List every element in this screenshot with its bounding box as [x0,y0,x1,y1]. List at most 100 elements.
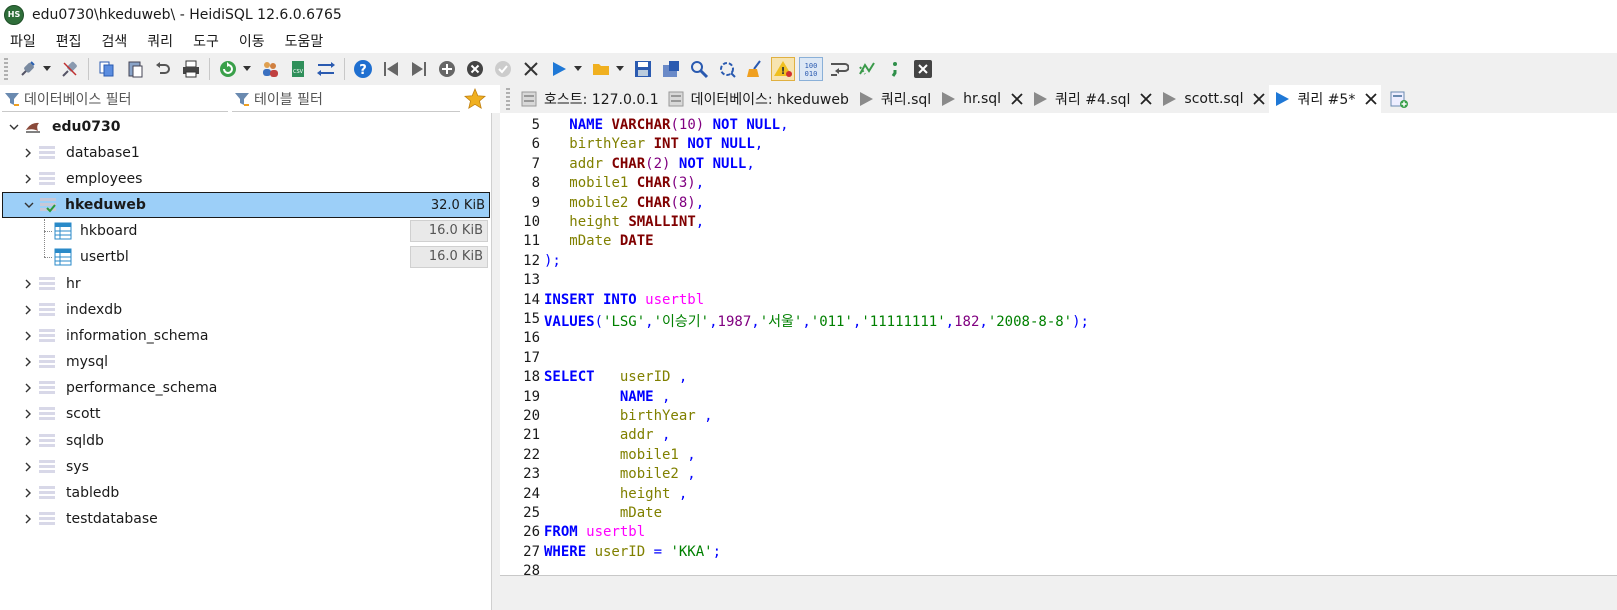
user-manager-button[interactable] [258,57,282,81]
tree-item-testdatabase[interactable]: testdatabase [0,506,490,532]
code-line[interactable]: SELECT userID , [544,369,687,385]
tree-root-connection[interactable]: edu0730 [0,114,490,140]
chevron-down-icon[interactable] [23,199,35,211]
database-filter[interactable]: 데이터베이스 필터 [2,87,228,112]
tree-item-employees[interactable]: employees [0,166,490,192]
tree-item-tabledb[interactable]: tabledb [0,480,490,506]
cancel-button[interactable] [519,57,543,81]
code-line[interactable]: birthYear INT NOT NULL, [544,136,763,152]
tree-item-database1[interactable]: database1 [0,140,490,166]
code-line[interactable]: height SMALLINT, [544,214,704,230]
disconnect-button[interactable] [58,57,82,81]
tab-query-sql[interactable]: 쿼리.sql [853,85,935,113]
tree-item-indexdb[interactable]: indexdb [0,297,490,323]
favorites-star-icon[interactable] [464,88,486,110]
chevron-right-icon[interactable] [22,513,34,525]
menu-search[interactable]: 검색 [92,31,138,51]
last-record-button[interactable] [407,57,431,81]
chevron-right-icon[interactable] [22,487,34,499]
tree-item-table-usertbl[interactable]: usertbl 16.0 KiB [0,244,490,270]
code-line[interactable]: VALUES('LSG','이승기',1987,'서울','011','1111… [544,311,1089,331]
code-line[interactable]: NAME VARCHAR(10) NOT NULL, [544,117,788,133]
tree-item-sqldb[interactable]: sqldb [0,428,490,454]
close-tab-button[interactable] [911,57,935,81]
tab-scott-sql[interactable]: scott.sql [1156,85,1269,113]
chevron-right-icon[interactable] [22,330,34,342]
menu-tools[interactable]: 도구 [183,31,229,51]
code-line[interactable]: mobile1 , [544,447,696,463]
chevron-right-icon[interactable] [22,382,34,394]
code-line[interactable]: FROM usertbl [544,524,645,540]
code-line[interactable]: height , [544,486,687,502]
chevron-right-icon[interactable] [22,461,34,473]
menu-go[interactable]: 이동 [229,31,275,51]
code-line[interactable]: mDate DATE [544,233,653,249]
undo-button[interactable] [151,57,175,81]
tab-database[interactable]: 데이터베이스: hkeduweb [663,85,853,113]
code-line[interactable]: WHERE userID = 'KKA'; [544,544,721,560]
close-icon[interactable] [1011,93,1023,105]
menu-edit[interactable]: 편집 [46,31,92,51]
code-line[interactable]: NAME , [544,389,671,405]
find-button[interactable] [687,57,711,81]
tree-item-hkeduweb[interactable]: hkeduweb 32.0 KiB [2,192,490,218]
panel-splitter[interactable] [492,113,500,610]
post-button[interactable] [491,57,515,81]
import-button[interactable] [314,57,338,81]
tab-hr-sql[interactable]: hr.sql [935,85,1027,113]
tab-query-4-sql[interactable]: 쿼리 #4.sql [1027,85,1156,113]
connect-dropdown[interactable] [42,57,52,81]
tree-item-information-schema[interactable]: information_schema [0,323,490,349]
code-line[interactable]: INSERT INTO usertbl [544,292,704,308]
run-query-dropdown[interactable] [573,57,583,81]
chevron-right-icon[interactable] [22,435,34,447]
binary-toggle-button[interactable]: 100 010 [799,57,823,81]
copy-button[interactable] [95,57,119,81]
tree-item-scott[interactable]: scott [0,401,490,427]
new-query-tab-icon[interactable] [1389,89,1409,109]
tab-query-5[interactable]: 쿼리 #5* [1269,85,1382,113]
code-line[interactable]: mobile2 CHAR(8), [544,195,704,211]
run-query-button[interactable] [547,57,571,81]
paste-button[interactable] [123,57,147,81]
first-record-button[interactable] [379,57,403,81]
wrap-lines-button[interactable] [827,57,851,81]
chevron-right-icon[interactable] [22,356,34,368]
help-button[interactable]: ? [351,57,375,81]
code-line[interactable]: mobile2 , [544,466,696,482]
close-icon[interactable] [1253,93,1266,105]
connect-button[interactable] [16,57,40,81]
menu-help[interactable]: 도움말 [275,31,334,51]
code-line[interactable]: birthYear , [544,408,713,424]
tab-host[interactable]: 호스트: 127.0.0.1 [516,85,663,113]
table-filter[interactable]: 테이블 필터 [232,87,460,112]
chevron-down-icon[interactable] [8,121,20,133]
code-line[interactable]: mobile1 CHAR(3), [544,175,704,191]
tree-item-sys[interactable]: sys [0,454,490,480]
print-button[interactable] [179,57,203,81]
code-line[interactable]: ); [544,253,561,269]
chevron-right-icon[interactable] [22,408,34,420]
tree-item-table-hkboard[interactable]: hkboard 16.0 KiB [0,218,490,244]
save-snippet-button[interactable] [659,57,683,81]
code-line[interactable]: mDate [544,505,662,521]
refresh-button[interactable] [216,57,240,81]
tree-item-mysql[interactable]: mysql [0,349,490,375]
load-sql-button[interactable] [589,57,613,81]
sql-editor[interactable]: 5 NAME VARCHAR(10) NOT NULL, 6 birthYear … [500,113,1617,575]
close-icon[interactable] [1140,93,1153,105]
chevron-right-icon[interactable] [22,147,34,159]
code-line[interactable]: addr CHAR(2) NOT NULL, [544,156,754,172]
insert-record-button[interactable] [435,57,459,81]
chevron-right-icon[interactable] [22,278,34,290]
menu-query[interactable]: 쿼리 [137,31,183,51]
tree-item-performance-schema[interactable]: performance_schema [0,375,490,401]
save-sql-button[interactable] [631,57,655,81]
replace-button[interactable] [715,57,739,81]
chevron-right-icon[interactable] [22,173,34,185]
toolbar-grip[interactable] [4,58,8,80]
chevron-right-icon[interactable] [22,304,34,316]
explain-button[interactable] [855,57,879,81]
close-icon[interactable] [1365,93,1377,105]
load-sql-dropdown[interactable] [615,57,625,81]
